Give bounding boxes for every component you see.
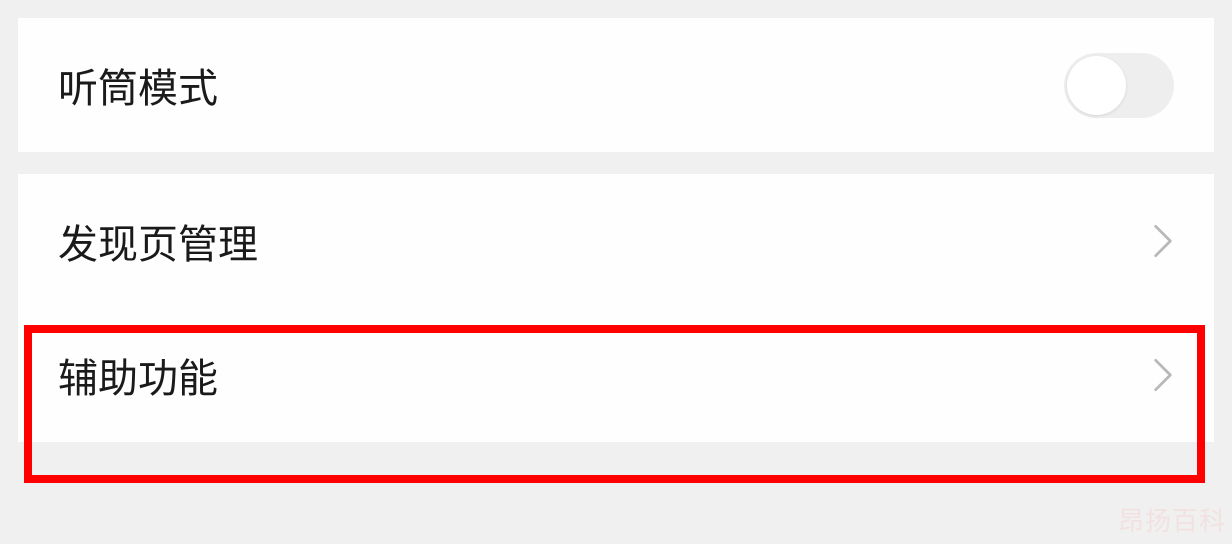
watermark-text: 昂扬百科 xyxy=(1118,501,1226,538)
row-discover-management[interactable]: 发现页管理 xyxy=(18,174,1214,308)
chevron-right-icon xyxy=(1152,356,1174,394)
earpiece-mode-toggle[interactable] xyxy=(1064,53,1174,118)
toggle-knob xyxy=(1067,56,1126,115)
section-features: 发现页管理 辅助功能 xyxy=(18,174,1214,442)
earpiece-mode-label: 听筒模式 xyxy=(58,56,218,114)
accessibility-label: 辅助功能 xyxy=(58,346,218,404)
row-accessibility[interactable]: 辅助功能 xyxy=(18,308,1214,442)
settings-container: 听筒模式 发现页管理 辅助功能 xyxy=(0,0,1232,482)
row-earpiece-mode[interactable]: 听筒模式 xyxy=(18,18,1214,152)
section-earpiece: 听筒模式 xyxy=(18,18,1214,152)
discover-management-label: 发现页管理 xyxy=(58,212,258,270)
chevron-right-icon xyxy=(1152,222,1174,260)
